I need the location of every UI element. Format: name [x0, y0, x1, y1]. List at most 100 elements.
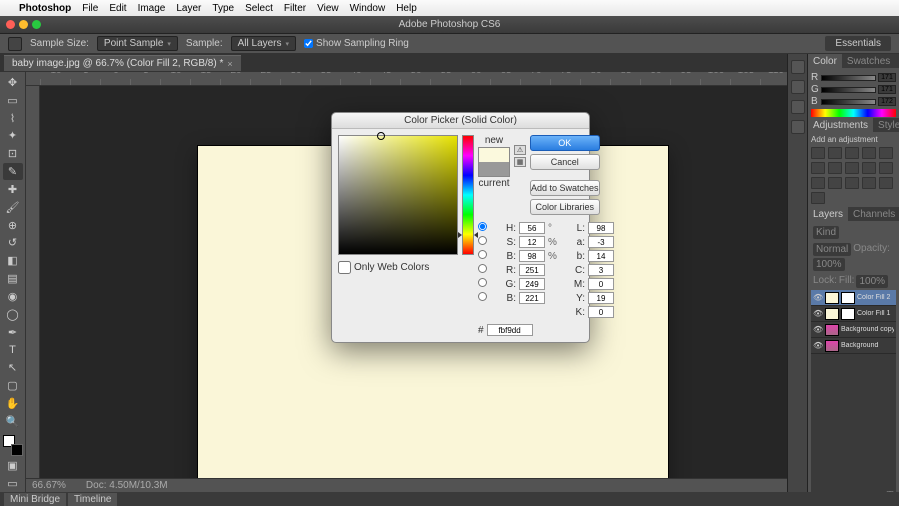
tab-color[interactable]: Color	[808, 54, 842, 68]
marquee-tool[interactable]: ▭	[3, 92, 23, 109]
adj-levels-icon[interactable]	[828, 147, 842, 159]
s-input[interactable]	[519, 236, 545, 248]
current-color-swatch[interactable]	[479, 162, 509, 176]
a-input[interactable]	[588, 236, 614, 248]
visibility-icon[interactable]: 👁	[813, 325, 823, 334]
adj-balance-icon[interactable]	[828, 162, 842, 174]
show-sampling-ring-checkbox[interactable]: Show Sampling Ring	[304, 38, 409, 49]
sample-select[interactable]: All Layers▾	[231, 36, 296, 51]
adj-threshold-icon[interactable]	[862, 177, 876, 189]
history-brush-tool[interactable]: ↺	[3, 234, 23, 251]
menu-edit[interactable]: Edit	[109, 3, 126, 14]
visibility-icon[interactable]: 👁	[813, 309, 823, 318]
r-input[interactable]	[519, 264, 545, 276]
br-input[interactable]	[519, 250, 545, 262]
adj-vibrance-icon[interactable]	[879, 147, 893, 159]
b-input[interactable]	[519, 292, 545, 304]
brush-tool[interactable]: 🖌	[3, 199, 23, 216]
r-radio[interactable]	[478, 264, 487, 276]
menu-view[interactable]: View	[317, 3, 339, 14]
adj-bw-icon[interactable]	[845, 162, 859, 174]
fg-bg-colors[interactable]	[3, 435, 23, 457]
tab-swatches[interactable]: Swatches	[842, 54, 895, 68]
history-panel-icon[interactable]	[791, 60, 805, 74]
k-input[interactable]	[588, 306, 614, 318]
hue-slider[interactable]	[462, 135, 474, 255]
g-value[interactable]	[878, 85, 896, 94]
layer-row[interactable]: 👁Color Fill 1	[811, 306, 896, 322]
layer-kind-filter[interactable]: Kind	[813, 226, 839, 239]
adj-photo-filter-icon[interactable]	[862, 162, 876, 174]
menu-filter[interactable]: Filter	[284, 3, 306, 14]
add-to-swatches-button[interactable]: Add to Swatches	[530, 180, 600, 196]
tab-styles[interactable]: Styles	[873, 118, 899, 132]
s-radio[interactable]	[478, 236, 487, 248]
opacity-input[interactable]: 100%	[813, 258, 845, 271]
tab-mini-bridge[interactable]: Mini Bridge	[4, 493, 66, 506]
menu-app[interactable]: Photoshop	[19, 3, 71, 14]
workspace-switcher[interactable]: Essentials	[825, 36, 891, 51]
menu-layer[interactable]: Layer	[176, 3, 201, 14]
adj-exposure-icon[interactable]	[862, 147, 876, 159]
adj-posterize-icon[interactable]	[845, 177, 859, 189]
eyedropper-tool[interactable]: ✎	[3, 163, 23, 180]
adj-brightness-icon[interactable]	[811, 147, 825, 159]
doc-size[interactable]: Doc: 4.50M/10.3M	[86, 480, 168, 491]
adj-mixer-icon[interactable]	[879, 162, 893, 174]
close-tab-icon[interactable]: ×	[227, 59, 232, 69]
brush-panel-icon[interactable]	[791, 120, 805, 134]
properties-panel-icon[interactable]	[791, 100, 805, 114]
y-input[interactable]	[588, 292, 614, 304]
menu-image[interactable]: Image	[138, 3, 166, 14]
r-value[interactable]	[878, 73, 896, 82]
adj-invert-icon[interactable]	[828, 177, 842, 189]
adj-gradient-icon[interactable]	[879, 177, 893, 189]
sample-size-select[interactable]: Point Sample▾	[97, 36, 178, 51]
layer-row[interactable]: 👁Background copy	[811, 322, 896, 338]
blur-tool[interactable]: ◉	[3, 288, 23, 305]
ok-button[interactable]: OK	[530, 135, 600, 151]
path-tool[interactable]: ↖	[3, 359, 23, 376]
adj-curves-icon[interactable]	[845, 147, 859, 159]
wand-tool[interactable]: ✦	[3, 127, 23, 144]
b-radio[interactable]	[478, 292, 487, 304]
eraser-tool[interactable]: ◧	[3, 252, 23, 269]
adj-selective-icon[interactable]	[811, 192, 825, 204]
b-value[interactable]	[878, 97, 896, 106]
screenmode-tool[interactable]: ▭	[3, 475, 23, 492]
c-input[interactable]	[588, 264, 614, 276]
adj-lookup-icon[interactable]	[811, 177, 825, 189]
tab-layers[interactable]: Layers	[808, 207, 848, 221]
color-spectrum[interactable]	[811, 109, 896, 117]
color-libraries-button[interactable]: Color Libraries	[530, 199, 600, 215]
actions-panel-icon[interactable]	[791, 80, 805, 94]
layer-mask-thumb[interactable]	[841, 292, 855, 304]
menu-file[interactable]: File	[82, 3, 98, 14]
layer-thumb[interactable]	[825, 292, 839, 304]
layer-mask-thumb[interactable]	[841, 308, 855, 320]
tab-timeline[interactable]: Timeline	[68, 493, 117, 506]
lasso-tool[interactable]: ⌇	[3, 110, 23, 127]
gradient-tool[interactable]: ▤	[3, 270, 23, 287]
layer-thumb[interactable]	[825, 324, 839, 336]
br-radio[interactable]	[478, 250, 487, 262]
crop-tool[interactable]: ⊡	[3, 145, 23, 162]
h-input[interactable]	[519, 222, 545, 234]
tab-adjustments[interactable]: Adjustments	[808, 118, 873, 132]
zoom-tool[interactable]: 🔍	[3, 413, 23, 430]
m-input[interactable]	[588, 278, 614, 290]
h-radio[interactable]	[478, 222, 487, 234]
g-slider[interactable]	[821, 87, 876, 93]
document-tab[interactable]: baby image.jpg @ 66.7% (Color Fill 2, RG…	[4, 55, 241, 71]
g-input[interactable]	[519, 278, 545, 290]
b-slider[interactable]	[821, 99, 876, 105]
gamut-warning-icon[interactable]: ⚠	[514, 145, 526, 155]
l-input[interactable]	[588, 222, 614, 234]
fill-input[interactable]: 100%	[856, 275, 888, 288]
heal-tool[interactable]: ✚	[3, 181, 23, 198]
menu-select[interactable]: Select	[245, 3, 273, 14]
dodge-tool[interactable]: ◯	[3, 306, 23, 323]
websafe-warning-icon[interactable]: ▦	[514, 157, 526, 167]
hex-input[interactable]	[487, 324, 533, 336]
zoom-level[interactable]: 66.67%	[32, 480, 66, 491]
